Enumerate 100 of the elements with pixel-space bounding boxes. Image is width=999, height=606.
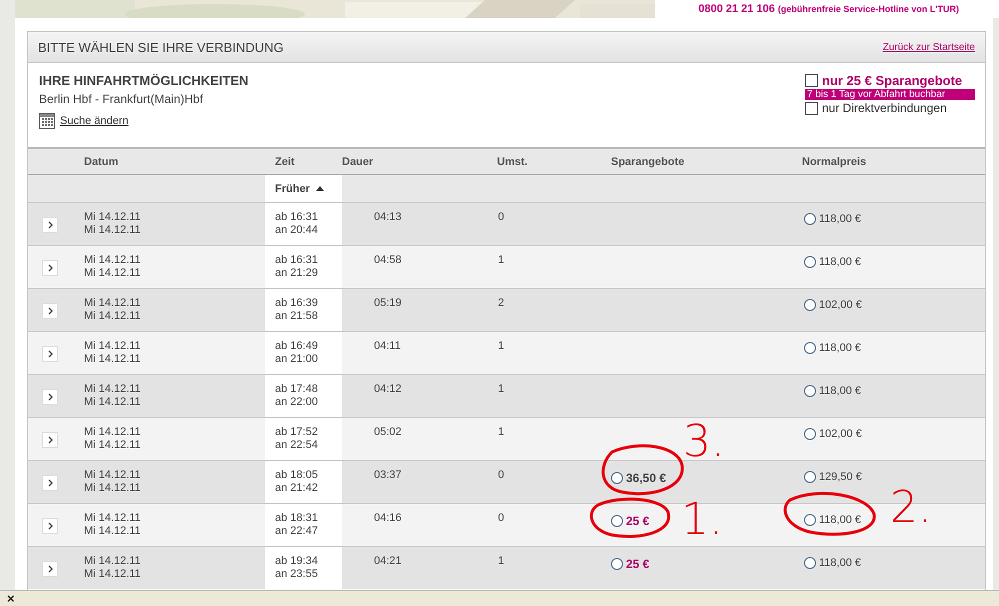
column-header: Normalpreis: [802, 149, 985, 175]
date-text: Mi 14.12.11: [84, 267, 142, 280]
route-text: Berlin Hbf - Frankfurt(Main)Hbf: [39, 92, 204, 106]
section-heading: IHRE HINFAHRTMÖGLICHKEITEN: [39, 73, 248, 88]
date-text: Mi 14.12.11: [84, 469, 142, 482]
time-text: ab 18:05: [275, 469, 319, 482]
time-text: an 22:54: [275, 439, 319, 452]
date-text: Mi 14.12.11: [84, 555, 142, 568]
radio-button[interactable]: [804, 342, 816, 354]
time-text: ab 18:31: [275, 512, 319, 525]
column-header: Datum: [84, 149, 265, 175]
price: 118,00 €: [819, 557, 862, 569]
time-text: an 22:47: [275, 525, 319, 538]
expand-button[interactable]: [42, 432, 58, 448]
back-link[interactable]: Zurück zur Startseite: [882, 42, 975, 52]
time-text: an 20:44: [275, 224, 319, 237]
duration-text: 05:02: [374, 426, 403, 439]
date-text: Mi 14.12.11: [84, 254, 142, 267]
chevron-right-icon: [48, 522, 52, 530]
price: 118,00 €: [819, 514, 862, 526]
time-text: an 23:55: [275, 568, 319, 581]
earlier-button[interactable]: Früher: [275, 182, 324, 194]
changes-text: 0: [498, 211, 506, 224]
time-text: ab 16:31: [275, 254, 319, 267]
radio-button[interactable]: [804, 299, 816, 311]
chevron-right-icon: [48, 436, 52, 444]
chevron-right-icon: [48, 221, 52, 229]
expand-button[interactable]: [42, 260, 58, 276]
filter-label: nur 25 € Sparangebote: [822, 73, 962, 88]
radio-button[interactable]: [804, 428, 816, 440]
change-search-link[interactable]: Suche ändern: [60, 115, 128, 127]
checkbox[interactable]: [805, 74, 818, 87]
annotation-number: 1.: [681, 498, 723, 542]
expand-button[interactable]: [42, 475, 58, 491]
price: 25 €: [626, 557, 650, 571]
date-text: Mi 14.12.11: [84, 297, 142, 310]
radio-button[interactable]: [804, 213, 816, 225]
time-text: ab 17:48: [275, 383, 319, 396]
duration-text: 03:37: [374, 469, 403, 482]
expand-button[interactable]: [42, 303, 58, 319]
changes-text: 1: [498, 555, 506, 568]
expand-button[interactable]: [42, 346, 58, 362]
chevron-right-icon: [48, 393, 52, 401]
price: 102,00 €: [819, 428, 862, 440]
expand-button[interactable]: [42, 518, 58, 534]
duration-text: 04:21: [374, 555, 403, 568]
chevron-right-icon: [48, 479, 52, 487]
price: 102,00 €: [819, 299, 862, 311]
caret-up-icon: [316, 186, 324, 191]
radio-button[interactable]: [611, 472, 623, 484]
radio-button[interactable]: [804, 514, 816, 526]
duration-text: 04:16: [374, 512, 403, 525]
hotline-note: (gebührenfreie Service-Hotline von L'TUR): [778, 4, 959, 14]
price: 118,00 €: [819, 213, 862, 225]
expand-button[interactable]: [42, 389, 58, 405]
radio-button[interactable]: [804, 557, 816, 569]
date-text: Mi 14.12.11: [84, 512, 142, 525]
time-text: ab 19:34: [275, 555, 319, 568]
price: 36,50 €: [626, 471, 666, 485]
date-text: Mi 14.12.11: [84, 383, 142, 396]
changes-text: 0: [498, 469, 506, 482]
table-cell: [28, 149, 84, 175]
filter-label: nur Direktverbindungen: [822, 101, 947, 115]
date-text: Mi 14.12.11: [84, 224, 142, 237]
close-button[interactable]: ×: [7, 592, 15, 605]
time-text: ab 16:39: [275, 297, 319, 310]
chevron-right-icon: [48, 350, 52, 358]
hotline-number: 0800 21 21 106: [698, 3, 775, 15]
radio-button[interactable]: [804, 256, 816, 268]
checkbox[interactable]: [805, 102, 818, 114]
radio-button[interactable]: [611, 515, 623, 527]
price: 129,50 €: [819, 471, 862, 483]
column-header: Sparangebote: [611, 149, 802, 175]
radio-button[interactable]: [804, 471, 816, 483]
date-text: Mi 14.12.11: [84, 426, 142, 439]
annotation-number: 3.: [683, 420, 725, 464]
time-text: an 21:58: [275, 310, 319, 323]
price: 118,00 €: [819, 256, 862, 268]
price: 118,00 €: [819, 342, 862, 354]
time-text: an 21:29: [275, 267, 319, 280]
duration-text: 04:58: [374, 254, 403, 267]
changes-text: 1: [498, 340, 506, 353]
radio-button[interactable]: [804, 385, 816, 397]
expand-button[interactable]: [42, 561, 58, 577]
calendar-icon: [39, 113, 55, 129]
date-text: Mi 14.12.11: [84, 310, 142, 323]
radio-button[interactable]: [611, 558, 623, 570]
changes-text: 1: [498, 426, 506, 439]
time-text: ab 17:52: [275, 426, 319, 439]
date-text: Mi 14.12.11: [84, 525, 142, 538]
time-text: an 21:00: [275, 353, 319, 366]
date-text: Mi 14.12.11: [84, 353, 142, 366]
changes-text: 1: [498, 383, 506, 396]
expand-button[interactable]: [42, 217, 58, 233]
date-text: Mi 14.12.11: [84, 439, 142, 452]
date-text: Mi 14.12.11: [84, 340, 142, 353]
booking-note: 7 bis 1 Tag vor Abfahrt buchbar: [805, 89, 975, 100]
price: 118,00 €: [819, 385, 862, 397]
column-header: Umst.: [497, 149, 611, 175]
annotation-number: 2.: [890, 486, 932, 530]
